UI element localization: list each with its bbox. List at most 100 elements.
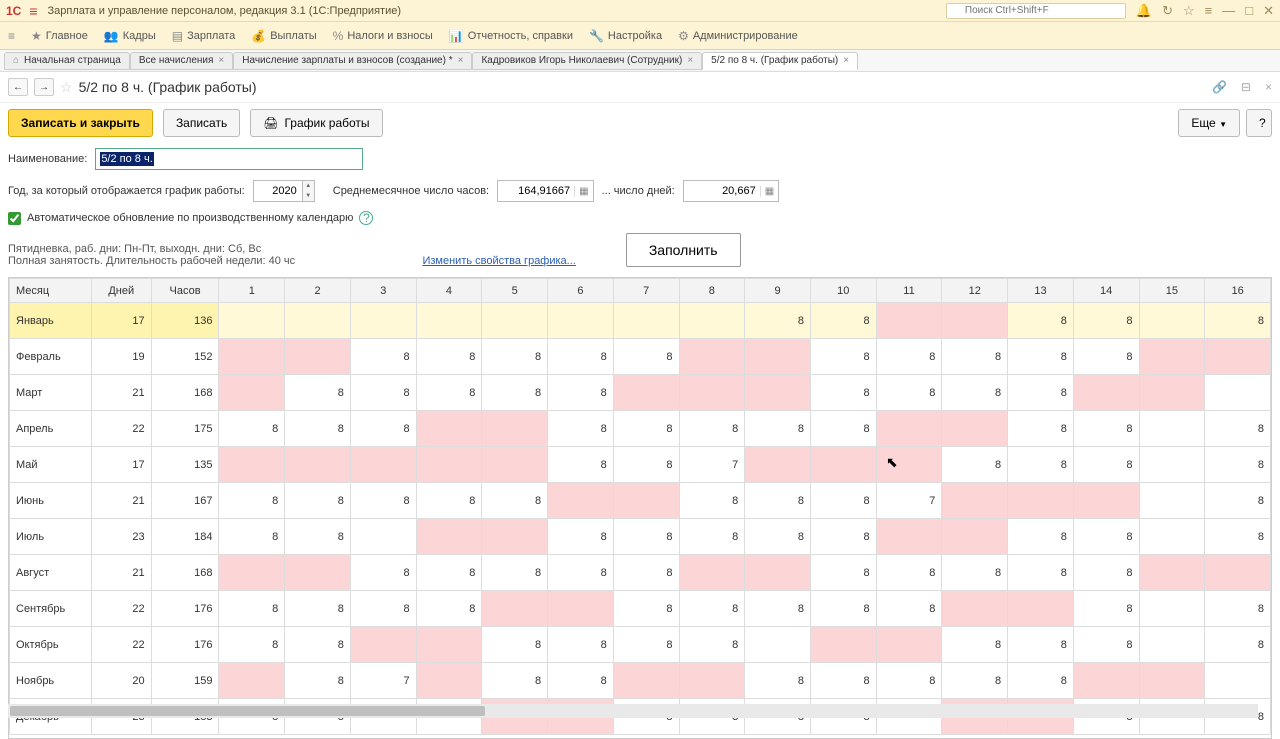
menu-otchet[interactable]: 📊Отчетность, справки [449,29,573,43]
day-cell[interactable] [482,591,548,627]
day-cell[interactable]: 8 [1073,555,1139,591]
days-cell[interactable]: 22 [91,411,151,447]
day-cell[interactable]: 8 [1008,339,1074,375]
day-cell[interactable]: 8 [548,339,614,375]
day-cell[interactable]: 8 [1008,663,1074,699]
history-icon[interactable]: ↻ [1162,3,1173,19]
day-cell[interactable] [745,627,811,663]
day-cell[interactable]: 8 [942,627,1008,663]
day-cell[interactable] [1139,339,1205,375]
save-button[interactable]: Записать [163,109,240,137]
day-cell[interactable]: 8 [745,663,811,699]
day-cell[interactable]: 8 [810,519,876,555]
day-cell[interactable]: 8 [285,627,351,663]
day-cell[interactable]: 8 [613,591,679,627]
days-cell[interactable]: 17 [91,303,151,339]
day-cell[interactable]: 8 [679,591,745,627]
day-cell[interactable] [1205,375,1271,411]
collapse-icon[interactable]: ⊟ [1241,80,1251,94]
day-cell[interactable]: 8 [876,663,942,699]
month-cell[interactable]: Январь [10,303,92,339]
col-day-15[interactable]: 15 [1139,279,1205,303]
avg-days-field[interactable]: ▦ [683,180,779,202]
day-cell[interactable]: 8 [416,339,482,375]
day-cell[interactable] [876,303,942,339]
avg-hours-input[interactable] [498,181,574,201]
hours-cell[interactable]: 175 [151,411,219,447]
save-close-button[interactable]: Записать и закрыть [8,109,153,137]
day-cell[interactable] [679,303,745,339]
tab-close-icon[interactable]: × [843,55,849,66]
day-cell[interactable] [679,555,745,591]
day-cell[interactable]: 8 [942,447,1008,483]
day-cell[interactable] [1205,339,1271,375]
avg-days-input[interactable] [684,181,760,201]
day-cell[interactable]: 8 [745,303,811,339]
day-cell[interactable] [810,447,876,483]
day-cell[interactable]: 8 [285,591,351,627]
day-cell[interactable]: 8 [548,447,614,483]
calc-icon[interactable]: ▦ [574,186,592,197]
bell-icon[interactable]: 🔔 [1136,3,1152,19]
menu-kadry[interactable]: 👥Кадры [104,29,156,43]
day-cell[interactable]: 8 [745,591,811,627]
auto-update-checkbox[interactable] [8,212,21,225]
days-cell[interactable]: 21 [91,483,151,519]
day-cell[interactable]: 8 [416,555,482,591]
fill-button[interactable]: Заполнить [626,233,741,267]
day-cell[interactable]: 8 [613,627,679,663]
day-cell[interactable] [1073,663,1139,699]
day-cell[interactable]: 8 [350,555,416,591]
day-cell[interactable] [613,303,679,339]
day-cell[interactable] [679,339,745,375]
day-cell[interactable] [219,375,285,411]
tab-4[interactable]: 5/2 по 8 ч. (График работы)× [702,52,858,70]
day-cell[interactable]: 8 [1205,627,1271,663]
day-cell[interactable] [876,411,942,447]
day-cell[interactable] [876,627,942,663]
day-cell[interactable]: 8 [1205,411,1271,447]
day-cell[interactable] [1205,663,1271,699]
day-cell[interactable] [1073,375,1139,411]
day-cell[interactable] [416,663,482,699]
day-cell[interactable]: 8 [1008,303,1074,339]
day-cell[interactable]: 8 [1008,627,1074,663]
day-cell[interactable]: 8 [548,627,614,663]
month-cell[interactable]: Июль [10,519,92,555]
day-cell[interactable] [876,447,942,483]
day-cell[interactable]: 8 [1073,303,1139,339]
schedule-button[interactable]: 🖨График работы [250,109,382,137]
day-cell[interactable] [810,627,876,663]
day-cell[interactable] [285,447,351,483]
day-cell[interactable]: 8 [745,483,811,519]
hours-cell[interactable]: 184 [151,519,219,555]
day-cell[interactable]: 8 [810,591,876,627]
tab-2[interactable]: Начисление зарплаты и взносов (создание)… [233,52,472,70]
day-cell[interactable] [416,447,482,483]
tab-1[interactable]: Все начисления× [130,52,233,70]
col-day-6[interactable]: 6 [548,279,614,303]
days-cell[interactable]: 21 [91,375,151,411]
favorite-icon[interactable]: ☆ [60,79,73,96]
day-cell[interactable] [1139,411,1205,447]
day-cell[interactable]: 8 [876,339,942,375]
day-cell[interactable] [1139,663,1205,699]
day-cell[interactable]: 8 [548,411,614,447]
hours-cell[interactable]: 167 [151,483,219,519]
day-cell[interactable]: 8 [416,375,482,411]
days-cell[interactable]: 22 [91,627,151,663]
day-cell[interactable] [1139,627,1205,663]
day-cell[interactable]: 8 [285,663,351,699]
month-cell[interactable]: Май [10,447,92,483]
day-cell[interactable]: 8 [285,375,351,411]
menu-admin[interactable]: ⚙Администрирование [678,29,798,43]
day-cell[interactable]: 8 [745,519,811,555]
horizontal-scrollbar[interactable] [8,704,1258,718]
tab-close-icon[interactable]: × [218,55,224,66]
day-cell[interactable]: 8 [285,483,351,519]
info-icon[interactable]: ? [359,211,373,225]
day-cell[interactable] [745,339,811,375]
day-cell[interactable]: 7 [350,663,416,699]
day-cell[interactable] [1139,447,1205,483]
days-cell[interactable]: 21 [91,555,151,591]
